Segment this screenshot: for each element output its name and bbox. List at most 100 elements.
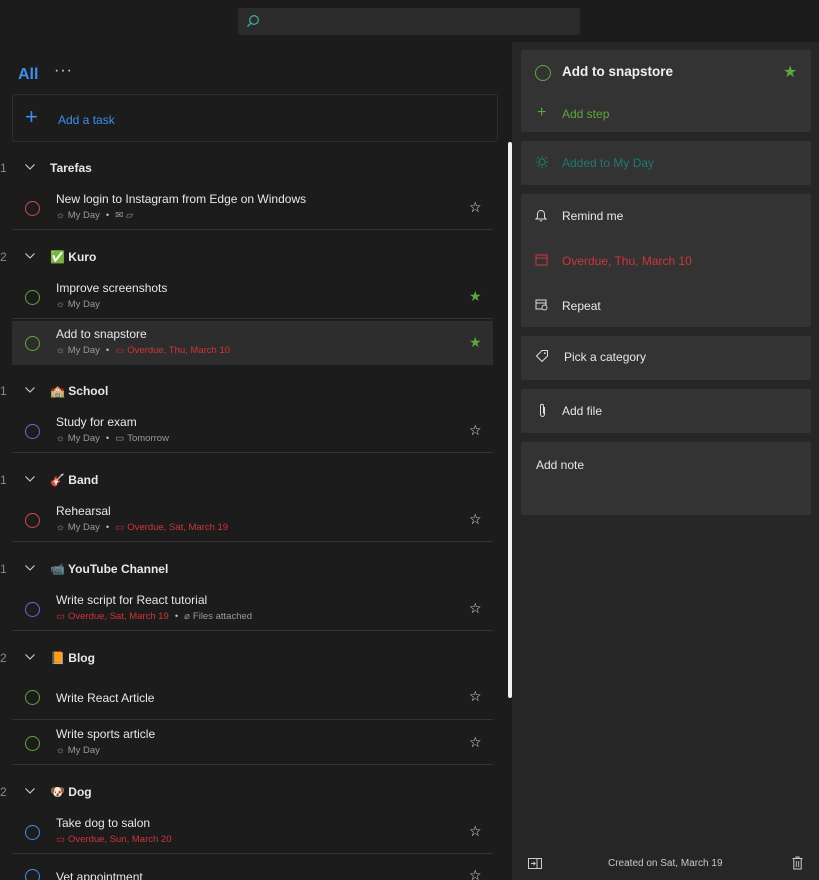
sun-icon: ☼ xyxy=(56,522,65,533)
my-day-label: My Day xyxy=(67,745,100,756)
add-step-button[interactable]: Add step xyxy=(562,107,609,121)
created-date: Created on Sat, March 19 xyxy=(608,858,723,869)
group-count: 1 xyxy=(0,384,7,398)
group-count: 2 xyxy=(0,785,7,799)
calendar-icon: ▭ xyxy=(115,522,125,533)
add-note-placeholder: Add note xyxy=(536,458,585,472)
star-icon[interactable]: ★ xyxy=(469,288,482,305)
task-meta: ▭ Overdue, Sun, March 20 xyxy=(56,834,171,845)
bell-icon xyxy=(535,209,547,222)
star-icon[interactable]: ☆ xyxy=(469,600,482,617)
add-file-label: Add file xyxy=(562,404,603,418)
group-header[interactable]: 🎸 Band 1 xyxy=(0,470,500,492)
add-task-input[interactable]: + Add a task xyxy=(12,94,498,142)
note-icon: ✉ ▱ xyxy=(115,210,134,221)
task-title: Improve screenshots xyxy=(56,281,168,295)
calendar-icon: ▭ xyxy=(115,345,125,356)
chevron-down-icon[interactable] xyxy=(24,384,36,396)
group-header[interactable]: 🏫 School 1 xyxy=(0,381,500,403)
task-title: Write sports article xyxy=(56,727,156,741)
task-row[interactable]: Take dog to salon ▭ Overdue, Sun, March 20… xyxy=(12,810,493,854)
chevron-down-icon[interactable] xyxy=(24,785,36,797)
star-icon[interactable]: ☆ xyxy=(469,688,482,705)
due-label: Overdue, Sat, March 19 xyxy=(127,522,229,533)
complete-checkbox[interactable] xyxy=(25,602,40,617)
group-header[interactable]: 🐶 Dog 2 xyxy=(0,782,500,804)
task-row[interactable]: Write React Article ☆ xyxy=(12,676,493,720)
task-meta: ☼ My Day xyxy=(56,299,100,310)
my-day-card[interactable]: Added to My Day xyxy=(521,141,811,185)
task-title: New login to Instagram from Edge on Wind… xyxy=(56,192,307,206)
plus-icon: + xyxy=(25,104,38,129)
sun-icon: ☼ xyxy=(56,345,65,356)
hide-detail-icon[interactable] xyxy=(528,858,542,869)
due-label: Overdue, Sun, March 20 xyxy=(67,834,172,845)
task-row[interactable]: Rehearsal ☼ My Day • ▭ Overdue, Sat, March 19… xyxy=(12,498,493,542)
task-title: Study for exam xyxy=(56,415,137,429)
sun-icon: ☼ xyxy=(56,745,65,756)
add-file-card[interactable]: Add file xyxy=(521,389,811,433)
reminder-card: Remind me Overdue, Thu, March 10 Repeat xyxy=(521,194,811,327)
group-count: 2 xyxy=(0,250,7,264)
due-label: Tomorrow xyxy=(127,433,169,444)
task-title: Rehearsal xyxy=(56,504,111,518)
trash-icon[interactable] xyxy=(792,856,803,870)
remind-me-button[interactable]: Remind me xyxy=(562,209,623,223)
star-icon[interactable]: ★ xyxy=(783,62,797,82)
star-icon[interactable]: ★ xyxy=(469,334,482,351)
task-row[interactable]: New login to Instagram from Edge on Wind… xyxy=(12,186,493,230)
chevron-down-icon[interactable] xyxy=(24,250,36,262)
task-row[interactable]: Study for exam ☼ My Day • ▭ Tomorrow ☆ xyxy=(12,409,493,453)
task-title: Write React Article xyxy=(56,691,155,705)
task-row[interactable]: Improve screenshots ☼ My Day ★ xyxy=(12,275,493,319)
chevron-down-icon[interactable] xyxy=(24,473,36,485)
complete-checkbox[interactable] xyxy=(25,869,40,880)
task-title: Write script for React tutorial xyxy=(56,593,208,607)
task-row[interactable]: Write script for React tutorial ▭ Overdue,… xyxy=(12,587,493,631)
search-input[interactable] xyxy=(238,8,580,35)
task-detail-pane: Add to snapstore ★ + Add step Added to M… xyxy=(512,42,819,880)
task-row[interactable]: Write sports article ☼ My Day ☆ xyxy=(12,721,493,765)
complete-checkbox[interactable] xyxy=(25,424,40,439)
due-label: Overdue, Thu, March 10 xyxy=(127,345,231,356)
star-icon[interactable]: ☆ xyxy=(469,511,482,528)
detail-title[interactable]: Add to snapstore xyxy=(562,64,673,79)
sun-icon: ☼ xyxy=(56,210,65,221)
star-icon[interactable]: ☆ xyxy=(469,867,482,880)
star-icon[interactable]: ☆ xyxy=(469,199,482,216)
task-row[interactable]: Add to snapstore ☼ My Day • ▭ Overdue, Thu, M… xyxy=(12,321,493,365)
category-card[interactable]: Pick a category xyxy=(521,336,811,380)
complete-checkbox[interactable] xyxy=(25,336,40,351)
my-day-label: My Day xyxy=(67,210,100,221)
star-icon[interactable]: ☆ xyxy=(469,734,482,751)
sun-icon: ☼ xyxy=(56,433,65,444)
complete-checkbox[interactable] xyxy=(25,736,40,751)
complete-checkbox[interactable] xyxy=(535,65,551,81)
note-area[interactable]: Add note xyxy=(521,442,811,515)
group-header[interactable]: 📙 Blog 2 xyxy=(0,648,500,670)
group-name: 📙 Blog xyxy=(50,651,95,665)
chevron-down-icon[interactable] xyxy=(24,161,36,173)
task-list-pane: All ··· + Add a task Tarefas 1 New login t… xyxy=(0,42,512,880)
chevron-down-icon[interactable] xyxy=(24,651,36,663)
chevron-down-icon[interactable] xyxy=(24,562,36,574)
repeat-button[interactable]: Repeat xyxy=(562,299,601,313)
star-icon[interactable]: ☆ xyxy=(469,422,482,439)
group-name: 🐶 Dog xyxy=(50,785,92,799)
paperclip-icon xyxy=(540,403,545,418)
group-header[interactable]: ✅ Kuro 2 xyxy=(0,247,500,269)
group-count: 2 xyxy=(0,651,7,665)
complete-checkbox[interactable] xyxy=(25,290,40,305)
group-header[interactable]: Tarefas 1 xyxy=(0,158,500,180)
complete-checkbox[interactable] xyxy=(25,825,40,840)
task-row[interactable]: Vet appointment ☆ xyxy=(12,855,493,880)
group-header[interactable]: 📹 YouTube Channel 1 xyxy=(0,559,500,581)
due-date-button[interactable]: Overdue, Thu, March 10 xyxy=(562,254,692,268)
complete-checkbox[interactable] xyxy=(25,201,40,216)
more-options-button[interactable]: ··· xyxy=(54,62,73,80)
complete-checkbox[interactable] xyxy=(25,513,40,528)
star-icon[interactable]: ☆ xyxy=(469,823,482,840)
task-meta: ☼ My Day xyxy=(56,745,100,756)
complete-checkbox[interactable] xyxy=(25,690,40,705)
detail-footer: Created on Sat, March 19 xyxy=(512,848,819,880)
